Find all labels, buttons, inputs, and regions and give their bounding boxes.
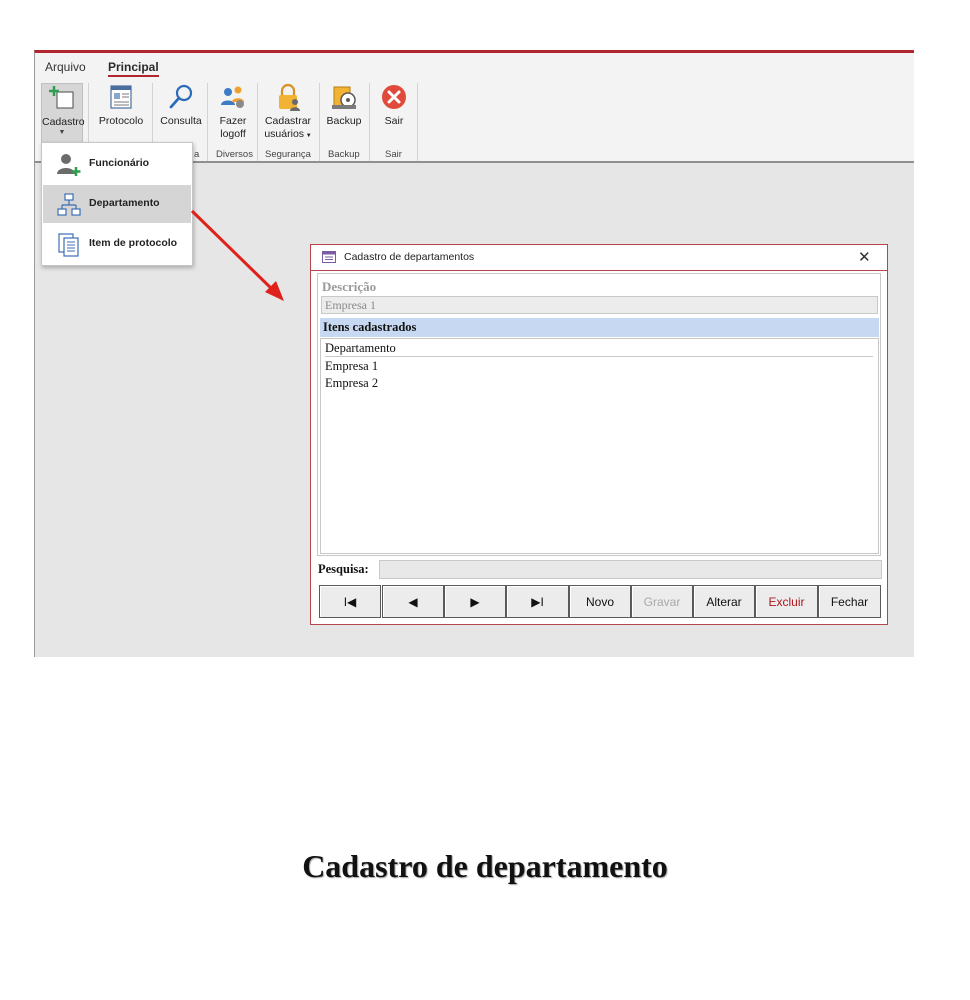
annotation-arrow (190, 209, 284, 301)
